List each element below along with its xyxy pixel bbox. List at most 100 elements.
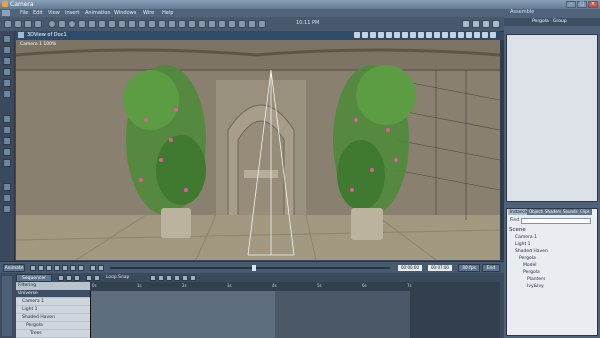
- 3d-viewport[interactable]: [16, 40, 500, 260]
- view-icon[interactable]: [402, 32, 408, 38]
- view-icon[interactable]: [482, 32, 488, 38]
- time-cursor[interactable]: [90, 291, 91, 338]
- view-icon[interactable]: [442, 32, 448, 38]
- track-light[interactable]: Light 1: [16, 306, 90, 314]
- seq-tool-icon[interactable]: [66, 275, 72, 281]
- fps-button[interactable]: 30 fps: [458, 264, 480, 272]
- cone-icon[interactable]: [78, 20, 86, 28]
- tab-clips[interactable]: Clips: [578, 209, 592, 215]
- view-icon[interactable]: [386, 32, 392, 38]
- help-icon[interactable]: [258, 20, 266, 28]
- track-camera[interactable]: Camera 1: [16, 298, 90, 306]
- rewind-icon[interactable]: [30, 265, 36, 271]
- text-icon[interactable]: [128, 20, 136, 28]
- end-button[interactable]: End: [482, 264, 500, 272]
- tab-sounds[interactable]: Sounds: [561, 209, 580, 215]
- pen-tool-icon[interactable]: [14, 20, 22, 28]
- spline-icon[interactable]: [138, 20, 146, 28]
- room-tab-icon[interactable]: [482, 20, 490, 28]
- view-icon[interactable]: [474, 32, 480, 38]
- track-trees[interactable]: Trees: [16, 330, 90, 338]
- camera-icon[interactable]: [198, 20, 206, 28]
- icosa-icon[interactable]: [118, 20, 126, 28]
- end-time-field[interactable]: 00:07:00: [428, 265, 452, 271]
- sound-icon[interactable]: [218, 20, 226, 28]
- menu-edit[interactable]: Edit: [33, 10, 43, 16]
- seq-tool-icon[interactable]: [158, 275, 164, 281]
- menu-wire[interactable]: Wire: [143, 10, 154, 16]
- seq-tool-icon[interactable]: [74, 275, 80, 281]
- lathe-icon[interactable]: [148, 20, 156, 28]
- skeleton-icon[interactable]: [208, 20, 216, 28]
- filter-row[interactable]: Filtering: [16, 282, 90, 290]
- track-tool-icon[interactable]: [3, 126, 11, 134]
- menu-windows[interactable]: Windows: [114, 10, 136, 16]
- cube-icon[interactable]: [58, 20, 66, 28]
- preview-icon[interactable]: [238, 20, 246, 28]
- time-slider-thumb[interactable]: [252, 265, 256, 271]
- seq-tool-icon[interactable]: [182, 275, 188, 281]
- tree-item-pergola-mesh[interactable]: Pergola: [523, 270, 540, 275]
- seq-tool-icon[interactable]: [150, 275, 156, 281]
- view-icon[interactable]: [458, 32, 464, 38]
- track-pergola[interactable]: Pergola: [16, 322, 90, 330]
- maximize-button[interactable]: □: [577, 1, 587, 8]
- move-tool-icon[interactable]: [3, 46, 11, 54]
- plane-icon[interactable]: [98, 20, 106, 28]
- seq-tool-icon[interactable]: [94, 275, 100, 281]
- tree-item-planters[interactable]: Planters: [527, 277, 545, 282]
- seq-tool-icon[interactable]: [86, 275, 92, 281]
- time-slider[interactable]: [110, 267, 390, 269]
- find-input[interactable]: [521, 218, 591, 224]
- close-button[interactable]: ×: [588, 1, 598, 8]
- tree-item-ivy[interactable]: Ivy&Ivy: [527, 284, 544, 289]
- menu-file[interactable]: File: [20, 10, 28, 16]
- view-icon[interactable]: [362, 32, 368, 38]
- view-icon[interactable]: [434, 32, 440, 38]
- view-icon[interactable]: [418, 32, 424, 38]
- tree-item-haven[interactable]: Shaded Haven: [515, 249, 548, 254]
- scale-tool-icon[interactable]: [3, 68, 11, 76]
- room-label[interactable]: Assemble: [510, 9, 534, 15]
- play-back-icon[interactable]: [46, 265, 52, 271]
- tree-item-light[interactable]: Light 1: [515, 242, 531, 247]
- view-icon[interactable]: [490, 32, 496, 38]
- step-back-icon[interactable]: [38, 265, 44, 271]
- wand-tool-icon[interactable]: [34, 20, 42, 28]
- grid-tool-icon[interactable]: [24, 20, 32, 28]
- graph-panel[interactable]: [506, 34, 598, 202]
- sequencer-side-tab[interactable]: [2, 276, 12, 336]
- zoom-tool-icon[interactable]: [3, 194, 11, 202]
- view-icon[interactable]: [370, 32, 376, 38]
- seq-tool-icon[interactable]: [190, 275, 196, 281]
- fly-tool-icon[interactable]: [3, 159, 11, 167]
- tree-item-camera[interactable]: Camera 1: [515, 235, 537, 240]
- menu-animation[interactable]: Animation: [85, 10, 111, 16]
- sweep-icon[interactable]: [168, 20, 176, 28]
- loop-icon[interactable]: [98, 265, 104, 271]
- view-icon[interactable]: [394, 32, 400, 38]
- track-universe[interactable]: Universe: [16, 290, 90, 298]
- sphere-icon[interactable]: [48, 20, 56, 28]
- view-icon[interactable]: [354, 32, 360, 38]
- bank-tool-icon[interactable]: [3, 148, 11, 156]
- track-haven[interactable]: Shaded Haven: [16, 314, 90, 322]
- room-tab-icon[interactable]: [472, 20, 480, 28]
- seq-tool-icon[interactable]: [166, 275, 172, 281]
- rotate-tool-icon[interactable]: [3, 57, 11, 65]
- light-icon[interactable]: [188, 20, 196, 28]
- seq-tool-icon[interactable]: [174, 275, 180, 281]
- extrude-icon[interactable]: [158, 20, 166, 28]
- view-icon[interactable]: [410, 32, 416, 38]
- menu-insert[interactable]: Insert: [65, 10, 79, 16]
- options-icon[interactable]: [248, 20, 256, 28]
- hemisphere-icon[interactable]: [108, 20, 116, 28]
- arrow-tool-icon[interactable]: [3, 35, 11, 43]
- step-forward-icon[interactable]: [70, 265, 76, 271]
- seq-tool-icon[interactable]: [58, 275, 64, 281]
- animate-button[interactable]: Animate: [3, 264, 25, 272]
- render-icon[interactable]: [228, 20, 236, 28]
- key-icon[interactable]: [90, 265, 96, 271]
- cylinder-icon[interactable]: [68, 20, 76, 28]
- hand-tool-icon[interactable]: [3, 183, 11, 191]
